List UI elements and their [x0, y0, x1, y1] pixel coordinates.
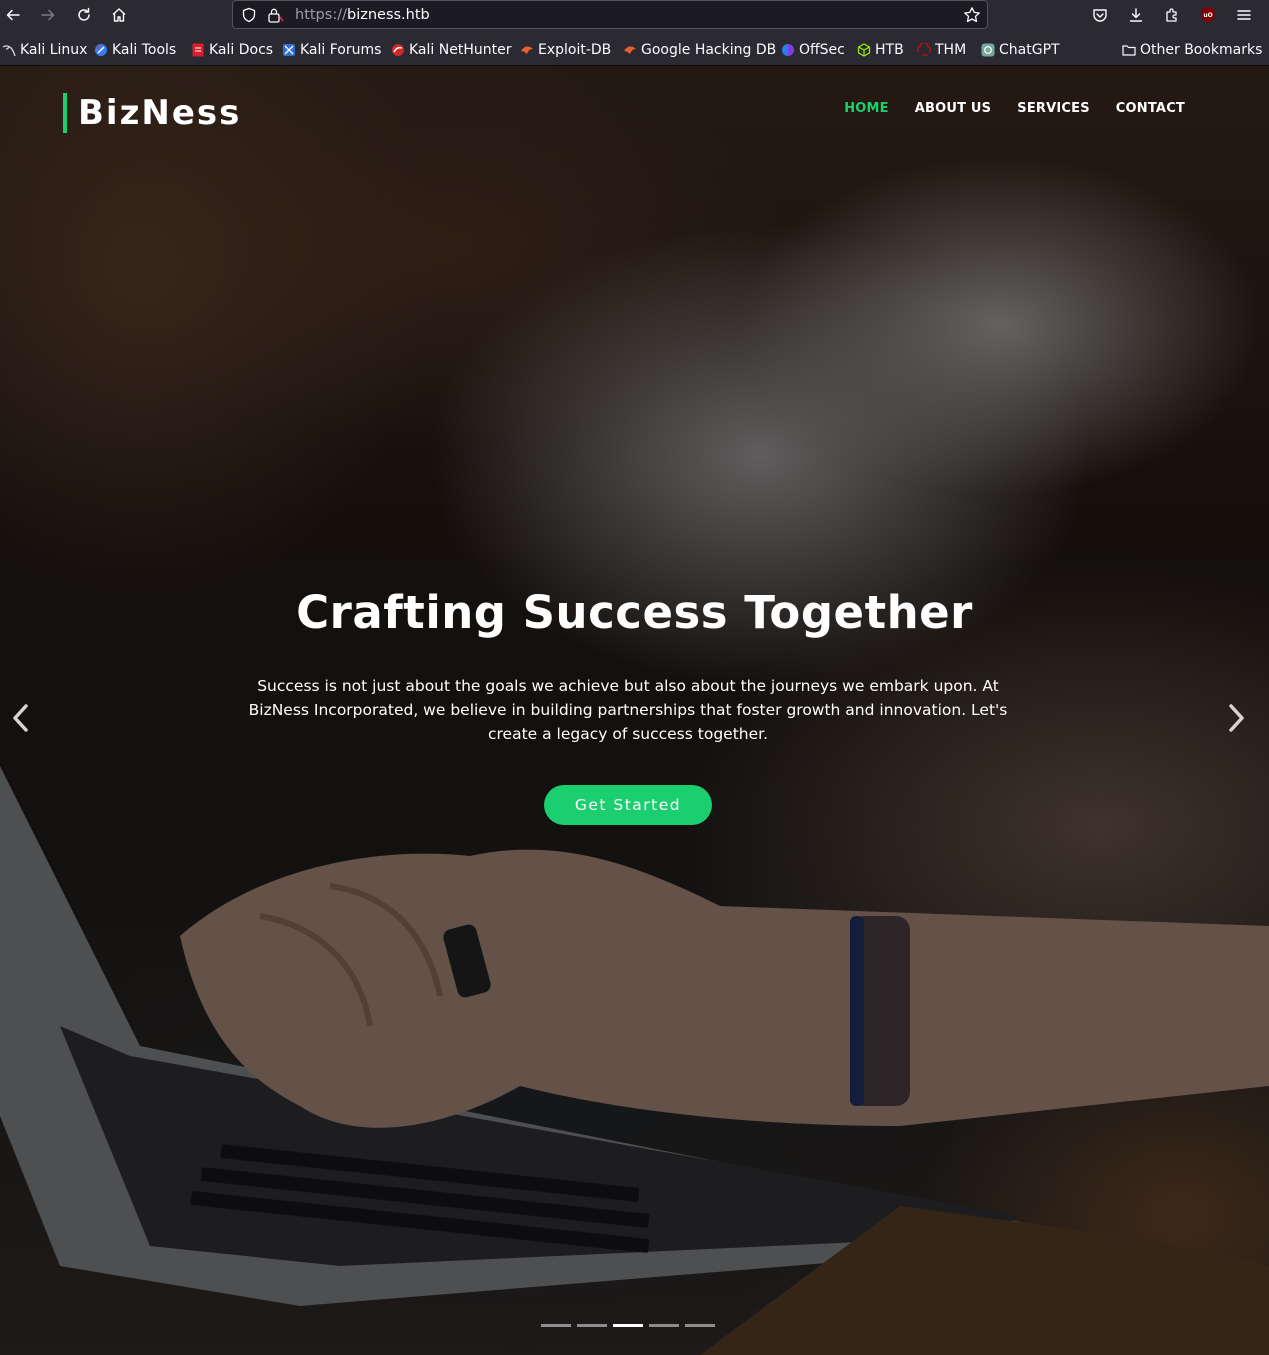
carousel-indicator[interactable] — [649, 1324, 679, 1327]
forward-arrow-icon[interactable] — [36, 4, 60, 26]
chevron-right-icon — [1229, 704, 1244, 732]
chatgpt-icon — [981, 43, 995, 57]
bookmark-exploit-db[interactable]: Exploit-DB — [520, 41, 611, 59]
pocket-icon[interactable] — [1088, 4, 1112, 26]
bookmark-label: Kali Linux — [20, 42, 88, 58]
bookmark-label: ChatGPT — [999, 42, 1060, 58]
url-scheme: https:// — [295, 7, 347, 23]
carousel-indicator[interactable] — [613, 1324, 643, 1327]
download-icon[interactable] — [1124, 4, 1148, 26]
bookmarks-bar: Kali Linux Kali Tools Kali Docs Kali For… — [0, 31, 1269, 66]
thm-icon — [916, 42, 932, 57]
reload-icon[interactable] — [72, 4, 96, 26]
bookmark-kali-forums[interactable]: Kali Forums — [282, 41, 381, 59]
chevron-left-icon — [13, 704, 28, 732]
carousel-indicator[interactable] — [685, 1324, 715, 1327]
bookmark-label: Exploit-DB — [538, 42, 612, 58]
hero-description: Success is not just about the goals we a… — [248, 677, 1008, 743]
bookmark-label: Kali Tools — [112, 42, 177, 58]
lock-icon[interactable] — [267, 7, 285, 27]
folder-icon — [1122, 43, 1136, 57]
site-logo[interactable]: BizNess — [63, 93, 241, 133]
browser-toolbar: https://bizness.htb uO — [0, 0, 1269, 31]
carousel-indicator[interactable] — [541, 1324, 571, 1327]
bookmark-htb[interactable]: HTB — [857, 41, 904, 59]
bookmark-label: Kali Forums — [300, 42, 382, 58]
bookmark-label: Google Hacking DB — [641, 42, 777, 58]
exploit-db-icon — [520, 43, 534, 57]
nav-about-us[interactable]: ABOUT US — [915, 101, 992, 116]
star-icon[interactable] — [963, 6, 981, 28]
bookmark-offsec[interactable]: OffSec — [781, 41, 845, 59]
main-nav: HOME ABOUT US SERVICES CONTACT — [844, 101, 1185, 116]
bookmark-label: Kali Docs — [209, 42, 274, 58]
nav-contact[interactable]: CONTACT — [1116, 101, 1185, 116]
bookmark-label: Kali NetHunter — [409, 42, 512, 58]
carousel-indicators — [541, 1324, 715, 1327]
bookmark-ghdb[interactable]: Google Hacking DB — [623, 41, 776, 59]
bookmark-kali-linux[interactable]: Kali Linux — [2, 41, 87, 59]
menu-icon[interactable] — [1232, 4, 1256, 26]
nav-home[interactable]: HOME — [844, 101, 889, 116]
ublock-icon[interactable]: uO — [1196, 4, 1220, 26]
home-icon[interactable] — [107, 4, 131, 26]
kali-tools-icon — [94, 43, 108, 57]
bookmark-label: Other Bookmarks — [1140, 42, 1263, 58]
svg-text:uO: uO — [1203, 12, 1212, 19]
bookmark-other-bookmarks[interactable]: Other Bookmarks — [1122, 41, 1262, 59]
back-arrow-icon[interactable] — [1, 4, 25, 26]
ghdb-icon — [623, 43, 637, 57]
url-text[interactable]: https://bizness.htb — [295, 7, 430, 23]
bookmark-label: OffSec — [799, 42, 845, 58]
bookmark-kali-tools[interactable]: Kali Tools — [94, 41, 176, 59]
offsec-icon — [781, 43, 795, 57]
bookmark-label: THM — [935, 42, 967, 58]
shield-icon[interactable] — [241, 7, 257, 27]
bookmark-label: HTB — [875, 42, 904, 58]
carousel-indicator[interactable] — [577, 1324, 607, 1327]
hero-title: Crafting Success Together — [296, 586, 973, 639]
kali-docs-icon — [191, 43, 205, 57]
bookmark-thm[interactable]: THM — [916, 41, 967, 59]
bookmark-kali-docs[interactable]: Kali Docs — [191, 41, 273, 59]
nav-services[interactable]: SERVICES — [1017, 101, 1090, 116]
extensions-icon[interactable] — [1160, 4, 1184, 26]
carousel-prev-button[interactable] — [6, 698, 36, 738]
kali-forums-icon — [282, 43, 296, 57]
url-host: bizness.htb — [346, 7, 430, 23]
kali-dragon-icon — [2, 43, 16, 57]
url-bar[interactable]: https://bizness.htb — [232, 0, 988, 29]
nethunter-icon — [391, 43, 405, 57]
carousel-next-button[interactable] — [1221, 698, 1251, 738]
bookmark-kali-nethunter[interactable]: Kali NetHunter — [391, 41, 511, 59]
bookmark-chatgpt[interactable]: ChatGPT — [981, 41, 1060, 59]
page-viewport: BizNess HOME ABOUT US SERVICES CONTACT C… — [0, 66, 1269, 1355]
htb-cube-icon — [857, 43, 871, 57]
get-started-button[interactable]: Get Started — [544, 785, 712, 825]
